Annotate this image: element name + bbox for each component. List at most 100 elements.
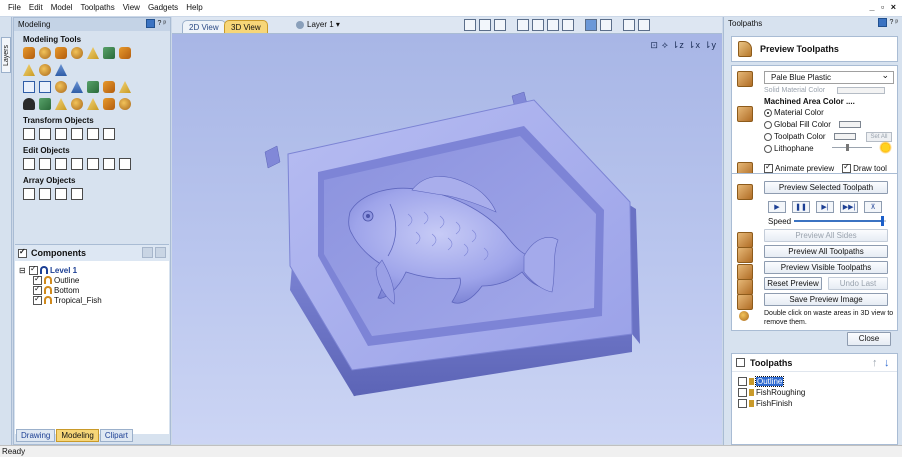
render-material-icon[interactable]	[600, 19, 612, 31]
set-all-button[interactable]: Set All	[866, 132, 892, 142]
mold-icon[interactable]	[55, 64, 67, 76]
collapse-icon[interactable]: ⊼	[864, 201, 882, 213]
option-lithophane[interactable]: Lithophane	[764, 144, 814, 153]
key-icon[interactable]	[23, 98, 35, 110]
measure-icon[interactable]	[87, 158, 99, 170]
freeze-icon[interactable]	[103, 81, 115, 93]
play-icon[interactable]: ▶	[768, 201, 786, 213]
reset-preview-button[interactable]: Reset Preview	[764, 277, 822, 290]
component-icon-2[interactable]	[39, 81, 51, 93]
slice-icon[interactable]	[39, 64, 51, 76]
dimension-icon[interactable]	[103, 158, 115, 170]
view-x-icon[interactable]: ⇂x	[688, 40, 700, 51]
solid-material-swatch[interactable]	[837, 87, 886, 94]
flip-icon[interactable]	[119, 81, 131, 93]
move-icon[interactable]	[23, 128, 35, 140]
panel-layout-icon[interactable]	[145, 19, 155, 28]
layer-selector[interactable]: Layer 1 ▾	[296, 20, 340, 29]
preview-visible-toolpaths-button[interactable]: Preview Visible Toolpaths	[764, 261, 888, 274]
tab-clipart[interactable]: Clipart	[99, 429, 133, 442]
step-icon[interactable]: ▶|	[816, 201, 834, 213]
toolpath-checkbox[interactable]	[738, 388, 747, 397]
two-rail-sweep-icon[interactable]	[39, 47, 51, 59]
close-button[interactable]: Close	[847, 332, 891, 346]
align-icon[interactable]	[87, 128, 99, 140]
transform-mode-icon[interactable]	[55, 158, 67, 170]
speed-thumb[interactable]	[881, 216, 885, 226]
move-down-icon[interactable]: ↓	[884, 357, 894, 369]
toolpath-color-swatch[interactable]	[833, 133, 856, 140]
component-down-icon[interactable]	[155, 247, 166, 258]
center-icon[interactable]	[103, 128, 115, 140]
tab-modeling[interactable]: Modeling	[56, 429, 99, 442]
undo-last-button[interactable]: Undo Last	[828, 277, 888, 290]
zero-plane-icon[interactable]	[39, 98, 51, 110]
menu-gadgets[interactable]: Gadgets	[144, 0, 182, 16]
zoom-icon[interactable]	[532, 19, 544, 31]
panel-help-pin[interactable]: ? ᵖ	[890, 19, 898, 26]
save-preview-image-button[interactable]: Save Preview Image	[764, 293, 888, 306]
split-view-icon[interactable]	[638, 19, 650, 31]
component-up-icon[interactable]	[142, 247, 153, 258]
tab-2d-view[interactable]: 2D View	[182, 20, 226, 33]
select-arrow-icon[interactable]	[23, 158, 35, 170]
animate-preview-checkbox[interactable]	[764, 162, 773, 173]
toolpath-item-fishfinish[interactable]: FishFinish	[732, 398, 897, 409]
merge-icon[interactable]	[71, 81, 83, 93]
tilt-icon[interactable]	[55, 98, 67, 110]
option-toolpath-color[interactable]: Toolpath Color	[764, 132, 856, 141]
copy-along-vector-icon[interactable]	[55, 188, 67, 200]
lock-icon[interactable]	[87, 98, 99, 110]
show-vectors-icon[interactable]	[464, 19, 476, 31]
interactive-select-icon[interactable]	[71, 158, 83, 170]
preview-selected-toolpath-button[interactable]: Preview Selected Toolpath	[764, 181, 888, 194]
toolpath-item-outline[interactable]: Outline	[732, 376, 897, 387]
iso-view-icon[interactable]: ⟡	[662, 40, 668, 51]
rotate-icon[interactable]	[55, 128, 67, 140]
components-toggle-checkbox[interactable]	[18, 247, 27, 258]
option-global-fill-color[interactable]: Global Fill Color	[764, 120, 861, 129]
show-bitmap-icon[interactable]	[479, 19, 491, 31]
zoom-extents-icon[interactable]: ⊡	[650, 40, 658, 51]
menu-help[interactable]: Help	[182, 0, 206, 16]
lithophane-radio[interactable]	[764, 144, 772, 153]
bake-icon[interactable]	[87, 81, 99, 93]
texture-icon[interactable]	[23, 64, 35, 76]
sun-icon[interactable]	[879, 141, 892, 154]
scale-icon[interactable]	[39, 128, 51, 140]
component-icon-1[interactable]	[23, 81, 35, 93]
smooth-icon[interactable]	[71, 47, 83, 59]
preview-all-toolpaths-button[interactable]: Preview All Toolpaths	[764, 245, 888, 258]
toolpath-checkbox[interactable]	[738, 377, 747, 386]
lithophane-slider[interactable]	[832, 144, 872, 151]
global-fill-radio[interactable]	[764, 120, 772, 129]
extrude-icon[interactable]	[55, 47, 67, 59]
component-bottom[interactable]: Bottom	[19, 284, 169, 295]
relief-icon[interactable]	[71, 98, 83, 110]
menu-edit[interactable]: Edit	[25, 0, 47, 16]
material-select[interactable]: Pale Blue Plastic	[764, 70, 894, 84]
circular-copy-icon[interactable]	[39, 188, 51, 200]
node-edit-icon[interactable]	[39, 158, 51, 170]
menu-model[interactable]: Model	[47, 0, 77, 16]
toolpath-item-fishroughing[interactable]: FishRoughing	[732, 387, 897, 398]
tropical-fish-checkbox[interactable]	[33, 294, 42, 305]
material-color-radio[interactable]	[764, 108, 772, 117]
zoom-fit-icon[interactable]	[547, 19, 559, 31]
layers-tab-button[interactable]: Layers	[1, 37, 11, 73]
tab-3d-view[interactable]: 3D View	[224, 20, 268, 33]
snap-icon[interactable]	[119, 158, 131, 170]
pause-icon[interactable]: ❚❚	[792, 201, 810, 213]
toolpaths-toggle-checkbox[interactable]	[736, 358, 745, 367]
component-level-1[interactable]: ⊟ Level 1	[19, 264, 169, 275]
skip-end-icon[interactable]: ▶▶|	[840, 201, 858, 213]
preview-all-sides-button[interactable]: Preview All Sides	[764, 229, 888, 242]
panel-layout-icon[interactable]	[877, 18, 887, 27]
toolpath-checkbox[interactable]	[738, 399, 747, 408]
view-z-icon[interactable]: ⇂z	[672, 40, 684, 51]
sculpt-icon[interactable]	[87, 47, 99, 59]
snap-icon[interactable]	[517, 19, 529, 31]
menu-file[interactable]: File	[4, 0, 25, 16]
collapse-icon[interactable]: ⊟	[19, 266, 27, 275]
render-shaded-icon[interactable]	[585, 19, 597, 31]
